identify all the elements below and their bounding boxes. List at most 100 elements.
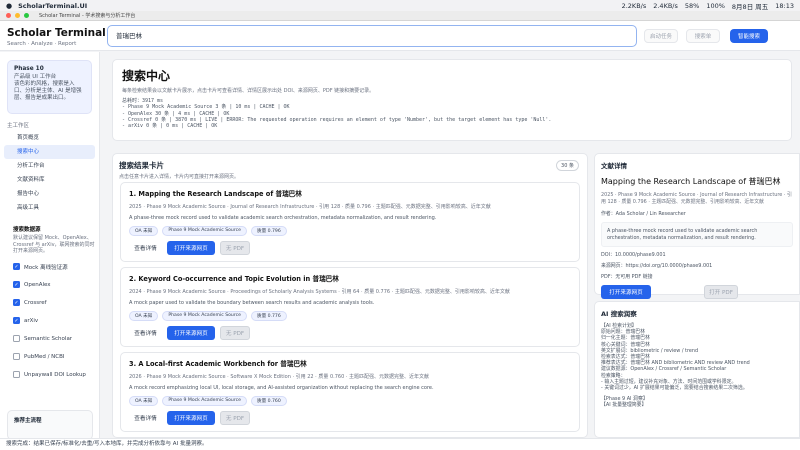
- source-option[interactable]: Semantic Scholar: [0, 330, 99, 348]
- nav-section-label: 主工作区: [7, 123, 30, 129]
- no-pdf-button[interactable]: 无 PDF: [220, 241, 250, 255]
- open-source-button[interactable]: 打开来源网页: [167, 241, 215, 255]
- phase-card: Phase 10 产品级 UI 工作台 该色彩的风格，搜索是入口、分析是主体、A…: [7, 60, 92, 114]
- result-card[interactable]: 2. Keyword Co-occurrence and Topic Evolu…: [120, 267, 580, 347]
- menubar-date[interactable]: 8月8日 周五: [732, 1, 768, 11]
- ai-insight-text: 【Phase 9 AI 洞察】 【AI 批量整理简要】: [601, 396, 648, 409]
- smart-search-button[interactable]: 智能搜索: [730, 29, 768, 43]
- detail-meta: 2025 · Phase 9 Mock Academic Source · Jo…: [601, 192, 792, 205]
- result-meta: 2024 · Phase 9 Mock Academic Source · Pr…: [129, 289, 510, 295]
- result-card[interactable]: 3. A Local-first Academic Workbench for …: [120, 352, 580, 432]
- detail-source-url[interactable]: 来源网页：https://doi.org/10.0000/phase9.001: [601, 262, 793, 269]
- oa-tag: OA 未知: [129, 311, 159, 321]
- minimize-window-button[interactable]: [15, 13, 20, 18]
- battery-percent[interactable]: 58%: [685, 2, 699, 10]
- open-source-button[interactable]: 打开来源网页: [167, 326, 215, 340]
- source-option[interactable]: ✓ OpenAlex: [0, 276, 99, 294]
- detail-doi[interactable]: DOI：10.0000/phase9.001: [601, 251, 793, 258]
- detail-open-pdf-button[interactable]: 打开 PDF: [704, 285, 738, 299]
- menubar-time[interactable]: 18:13: [775, 2, 794, 10]
- no-pdf-button[interactable]: 无 PDF: [220, 326, 250, 340]
- source-option[interactable]: ✓ Mock 离线验证源: [0, 258, 99, 276]
- checkbox-icon[interactable]: [13, 353, 20, 360]
- sidebar: Phase 10 产品级 UI 工作台 该色彩的风格，搜索是入口、分析是主体、A…: [0, 52, 100, 438]
- result-title[interactable]: 1. Mapping the Research Landscape of 普瑞巴…: [129, 188, 571, 198]
- nav-item-analysis[interactable]: 分析工作台: [4, 159, 95, 173]
- view-details-button[interactable]: 查看详情: [129, 411, 162, 425]
- checkbox-icon[interactable]: [13, 335, 20, 342]
- network-speed-down: 2.4KB/s: [653, 1, 678, 10]
- quality-tag: 质量 0.776: [250, 311, 287, 321]
- source-option[interactable]: Unpaywall DOI Lookup: [0, 366, 99, 384]
- brand: Scholar Terminal Search · Analyze · Repo…: [7, 27, 106, 47]
- menubar-app-name[interactable]: ScholarTerminal.UI: [18, 2, 87, 10]
- brand-subtitle: Search · Analyze · Report: [7, 41, 77, 47]
- source-label: Mock 离线验证源: [24, 264, 68, 271]
- document-detail-panel: 文献详情 Mapping the Research Landscape of 普…: [594, 153, 800, 299]
- search-center-panel: 搜索中心 每条检索结果会以文献卡片展示，点击卡片可查看详情、详情区展示出处 DO…: [112, 59, 792, 141]
- start-task-button[interactable]: 启动任务: [644, 29, 678, 43]
- checkbox-icon[interactable]: [13, 371, 20, 378]
- phase-title: Phase 10: [14, 66, 44, 72]
- close-window-button[interactable]: [6, 13, 11, 18]
- source-option[interactable]: ✓ arXiv: [0, 312, 99, 330]
- search-stats: 总耗时：3917 ms - Phase 9 Mock Academic Sour…: [122, 98, 782, 129]
- checkbox-icon[interactable]: ✓: [13, 317, 20, 324]
- ai-insight-panel: AI 搜索润察 【AI 检索计划】 原始问题：普瑞巴林 归一化主题：普瑞巴林 核…: [594, 301, 800, 438]
- window-titlebar: Scholar Terminal - 学术搜索与分析工作台: [0, 11, 800, 21]
- results-subtitle: 点击任意卡片进入详情，卡片内可直接打开来源网页。: [119, 174, 240, 180]
- app-header: Scholar Terminal Search · Analyze · Repo…: [0, 21, 800, 51]
- apple-menu-icon[interactable]: ●: [6, 2, 12, 10]
- open-source-button[interactable]: 打开来源网页: [167, 411, 215, 425]
- nav-item-search[interactable]: 搜索中心: [4, 145, 95, 159]
- search-input[interactable]: 普瑞巴林: [107, 25, 637, 47]
- ai-heading: AI 搜索润察: [601, 310, 637, 318]
- zoom-window-button[interactable]: [24, 13, 29, 18]
- result-meta: 2026 · Phase 9 Mock Academic Source · So…: [129, 374, 430, 380]
- nav-item-home[interactable]: 首页概览: [4, 131, 95, 145]
- page-title: 搜索中心: [122, 69, 171, 83]
- source-option[interactable]: ✓ Crossref: [0, 294, 99, 312]
- quality-tag: 质量 0.796: [250, 226, 287, 236]
- nav-item-library[interactable]: 文献资料库: [4, 173, 95, 187]
- nav-item-reports[interactable]: 报告中心: [4, 187, 95, 201]
- network-speed-up: 2.2KB/s: [621, 1, 647, 10]
- detail-open-source-button[interactable]: 打开来源网页: [601, 285, 651, 299]
- ai-plan-text: 【AI 检索计划】 原始问题：普瑞巴林 归一化主题：普瑞巴林 核心关键词：普瑞巴…: [601, 323, 750, 392]
- phase-description: 该色彩的风格，搜索是入口、分析是主体、AI 是增强层、报告是成果出口。: [14, 81, 82, 101]
- checkbox-icon[interactable]: ✓: [13, 263, 20, 270]
- wifi-percent[interactable]: 100%: [706, 2, 725, 10]
- detail-heading: 文献详情: [601, 162, 627, 170]
- nav-item-tools[interactable]: 高级工具: [4, 201, 95, 215]
- source-list: ✓ Mock 离线验证源 ✓ OpenAlex ✓ Crossref ✓ arXiv Seman…: [0, 258, 99, 384]
- source-label: Crossref: [24, 299, 47, 306]
- sources-title: 搜索数据源: [13, 227, 41, 233]
- brand-title: Scholar Terminal: [7, 27, 106, 39]
- result-title[interactable]: 2. Keyword Co-occurrence and Topic Evolu…: [129, 273, 571, 283]
- search-list-button[interactable]: 搜索单: [686, 29, 720, 43]
- view-details-button[interactable]: 查看详情: [129, 326, 162, 340]
- results-title: 搜索结果卡片: [119, 161, 164, 170]
- detail-pdf: PDF：无可用 PDF 链接: [601, 274, 653, 280]
- sources-note: 默认建议保留 Mock、OpenAlex、Crossref 与 arXiv，联网…: [13, 235, 95, 254]
- source-tag: Phase 9 Mock Academic Source: [162, 226, 247, 236]
- recommended-flow[interactable]: 推荐主流程: [7, 410, 93, 438]
- source-label: arXiv: [24, 317, 39, 324]
- detail-title: Mapping the Research Landscape of 普瑞巴林: [601, 177, 781, 186]
- oa-tag: OA 未知: [129, 396, 159, 406]
- page-description: 每条检索结果会以文献卡片展示，点击卡片可查看详情、详情区展示出处 DOI、来源网…: [122, 88, 375, 94]
- results-panel: 搜索结果卡片 点击任意卡片进入详情，卡片内可直接打开来源网页。 30 条 1. …: [112, 153, 588, 438]
- result-abstract: A phase-three mock record used to valida…: [129, 215, 437, 221]
- checkbox-icon[interactable]: ✓: [13, 281, 20, 288]
- no-pdf-button[interactable]: 无 PDF: [220, 411, 250, 425]
- source-label: Unpaywall DOI Lookup: [24, 371, 86, 378]
- source-label: Semantic Scholar: [24, 335, 73, 342]
- source-option[interactable]: PubMed / NCBI: [0, 348, 99, 366]
- window-title: Scholar Terminal - 学术搜索与分析工作台: [39, 13, 136, 19]
- result-card[interactable]: 1. Mapping the Research Landscape of 普瑞巴…: [120, 182, 580, 262]
- source-label: OpenAlex: [24, 281, 51, 288]
- quality-tag: 质量 0.760: [250, 396, 287, 406]
- checkbox-icon[interactable]: ✓: [13, 299, 20, 306]
- view-details-button[interactable]: 查看详情: [129, 241, 162, 255]
- result-title[interactable]: 3. A Local-first Academic Workbench for …: [129, 358, 571, 368]
